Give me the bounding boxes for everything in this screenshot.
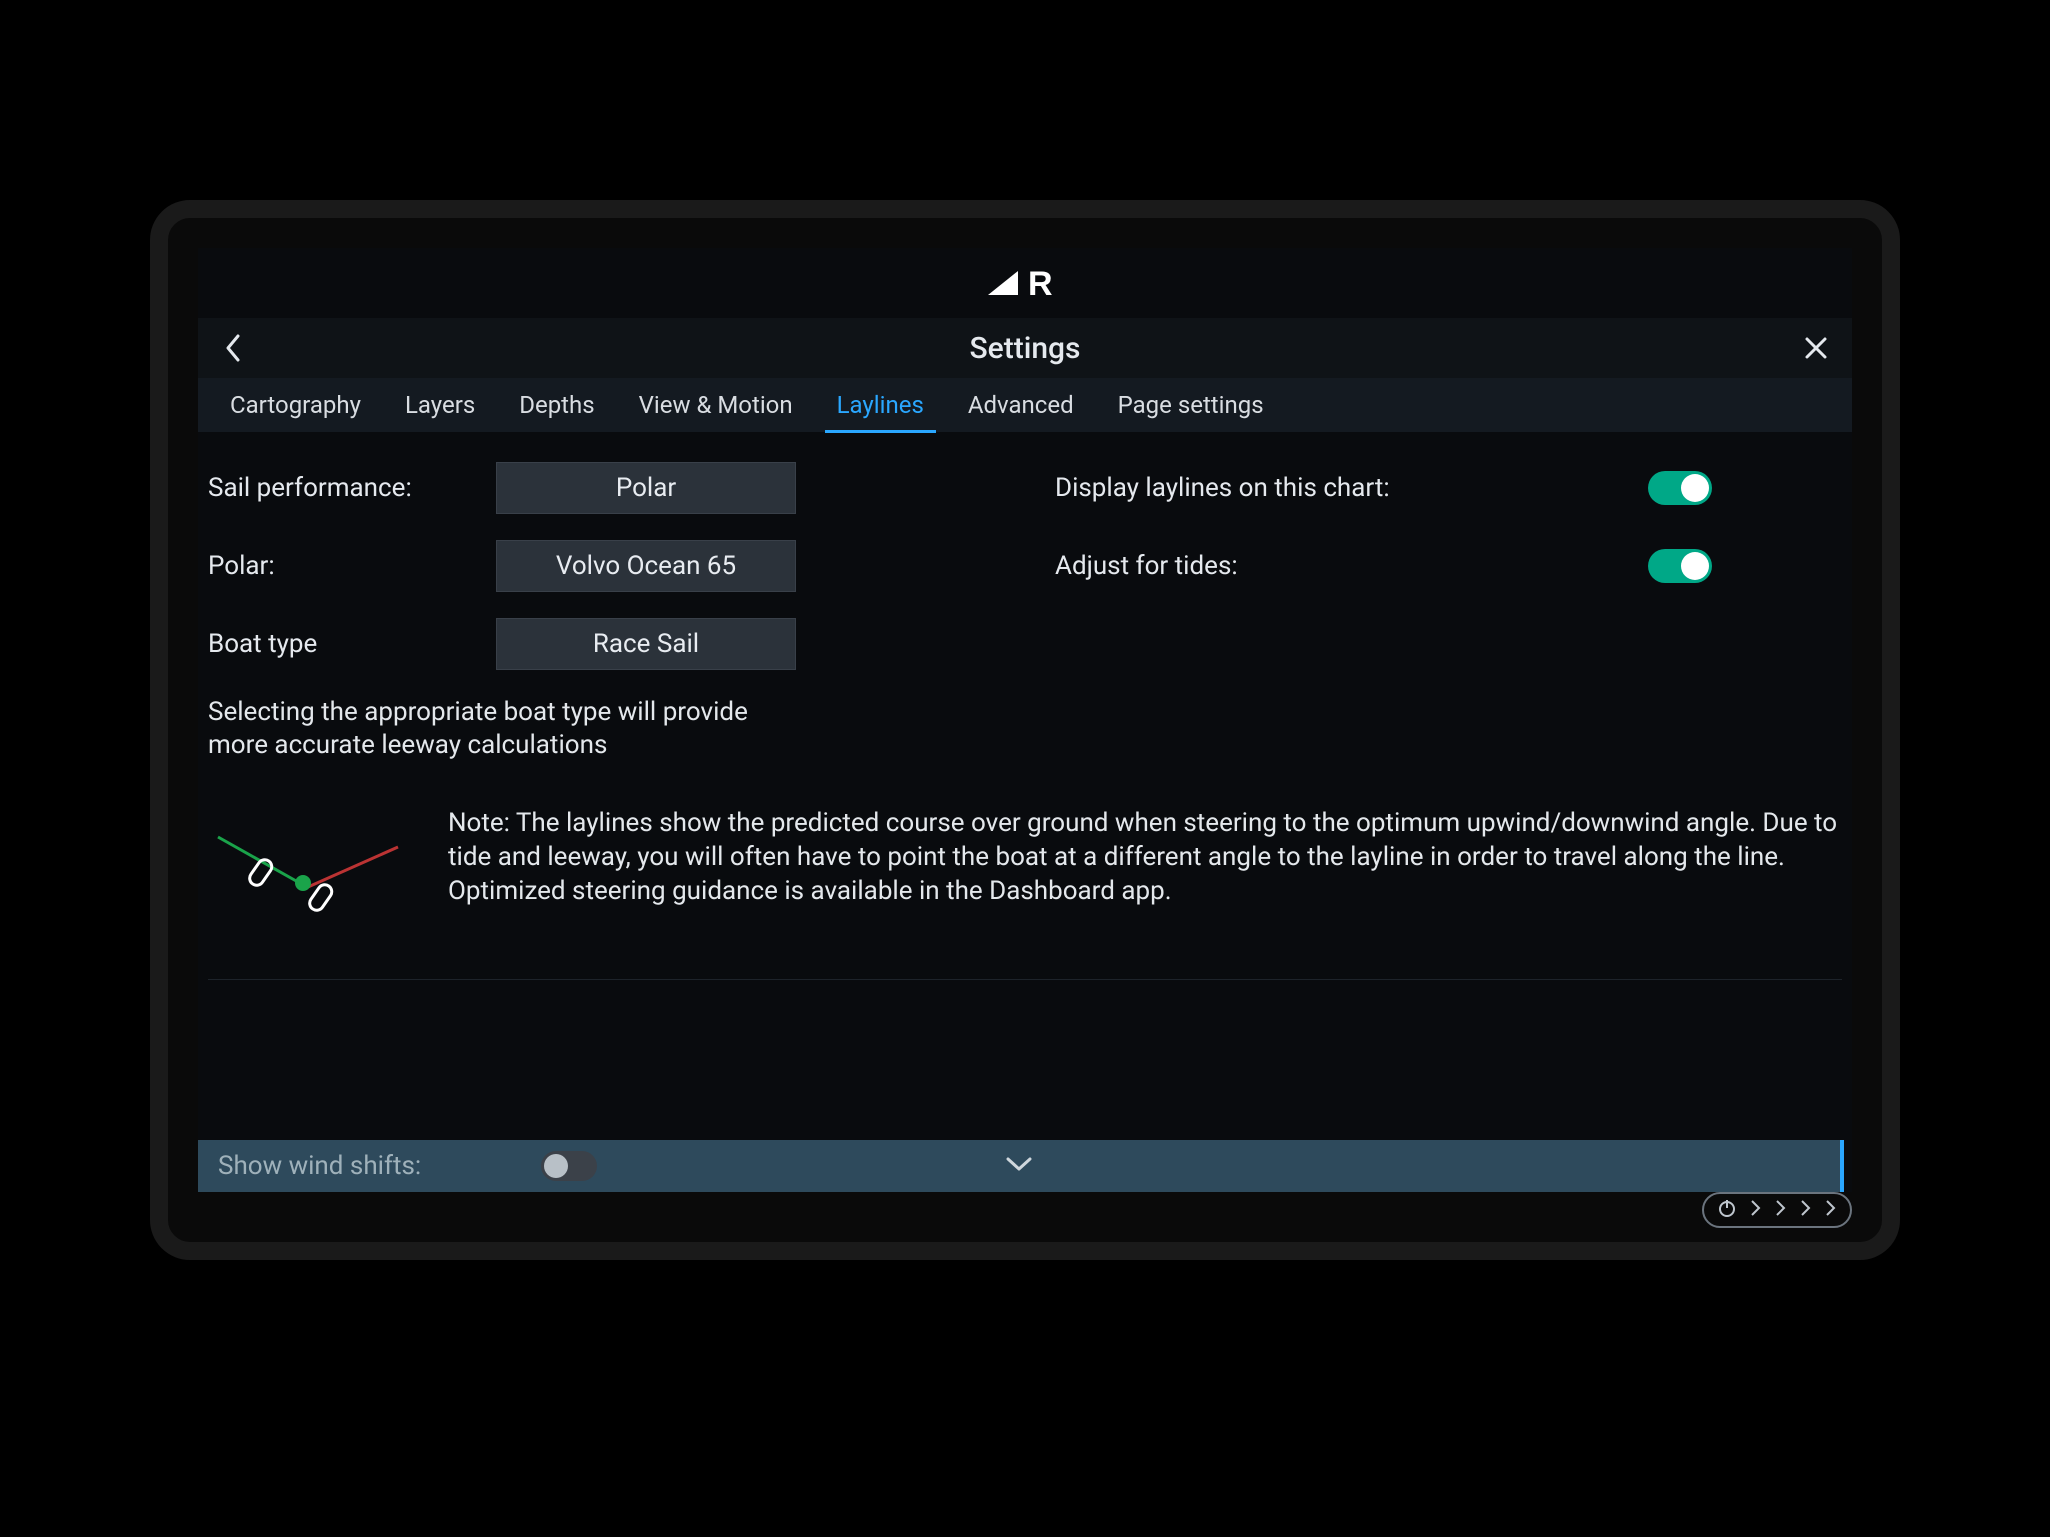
close-icon — [1804, 336, 1828, 360]
hardware-button-strip — [1702, 1192, 1852, 1228]
power-icon[interactable] — [1717, 1198, 1737, 1222]
row-boat-type: Boat type Race Sail — [208, 618, 995, 670]
divider — [208, 979, 1842, 980]
show-wind-shifts-toggle[interactable] — [541, 1151, 597, 1181]
tab-view-motion[interactable]: View & Motion — [617, 378, 815, 432]
tab-advanced[interactable]: Advanced — [946, 378, 1096, 432]
chevron-down-icon — [1005, 1155, 1033, 1173]
sail-performance-select[interactable]: Polar — [496, 462, 796, 514]
header-title: Settings — [969, 331, 1080, 366]
chevron-right-icon[interactable] — [1800, 1199, 1812, 1221]
footer-row-wind-shifts[interactable]: Show wind shifts: — [198, 1140, 1844, 1192]
svg-text:R: R — [1028, 265, 1053, 303]
show-wind-shifts-label: Show wind shifts: — [218, 1151, 421, 1181]
screen: R Settings Cartography Layers Depths Vie… — [198, 248, 1852, 1192]
device-frame: R Settings Cartography Layers Depths Vie… — [150, 200, 1900, 1260]
tab-depths[interactable]: Depths — [497, 378, 616, 432]
row-adjust-tides: Adjust for tides: — [1055, 540, 1842, 592]
chevron-right-icon[interactable] — [1775, 1199, 1787, 1221]
layline-note: Note: The laylines show the predicted co… — [448, 807, 1842, 908]
tab-page-settings[interactable]: Page settings — [1096, 378, 1286, 432]
polar-select[interactable]: Volvo Ocean 65 — [496, 540, 796, 592]
brand-logo: R — [198, 248, 1852, 318]
row-sail-performance: Sail performance: Polar — [208, 462, 995, 514]
row-display-laylines: Display laylines on this chart: — [1055, 462, 1842, 514]
settings-header: Settings — [198, 318, 1852, 378]
sail-performance-label: Sail performance: — [208, 473, 468, 503]
row-polar: Polar: Volvo Ocean 65 — [208, 540, 995, 592]
boat-type-label: Boat type — [208, 629, 468, 659]
tab-cartography[interactable]: Cartography — [208, 378, 383, 432]
tab-layers[interactable]: Layers — [383, 378, 497, 432]
tabs: Cartography Layers Depths View & Motion … — [198, 378, 1852, 432]
display-laylines-toggle[interactable] — [1648, 471, 1712, 505]
expand-footer-button[interactable] — [1005, 1155, 1033, 1177]
back-button[interactable] — [216, 330, 252, 366]
boat-type-note: Selecting the appropriate boat type will… — [208, 696, 768, 761]
close-button[interactable] — [1798, 330, 1834, 366]
chevron-left-icon — [224, 334, 244, 362]
adjust-tides-label: Adjust for tides: — [1055, 551, 1238, 581]
layline-diagram — [208, 807, 408, 927]
boat-type-select[interactable]: Race Sail — [496, 618, 796, 670]
polar-label: Polar: — [208, 551, 468, 581]
tab-laylines[interactable]: Laylines — [815, 378, 946, 432]
chevron-right-icon[interactable] — [1750, 1199, 1762, 1221]
adjust-tides-toggle[interactable] — [1648, 549, 1712, 583]
chevron-right-icon[interactable] — [1825, 1199, 1837, 1221]
display-laylines-label: Display laylines on this chart: — [1055, 473, 1390, 503]
